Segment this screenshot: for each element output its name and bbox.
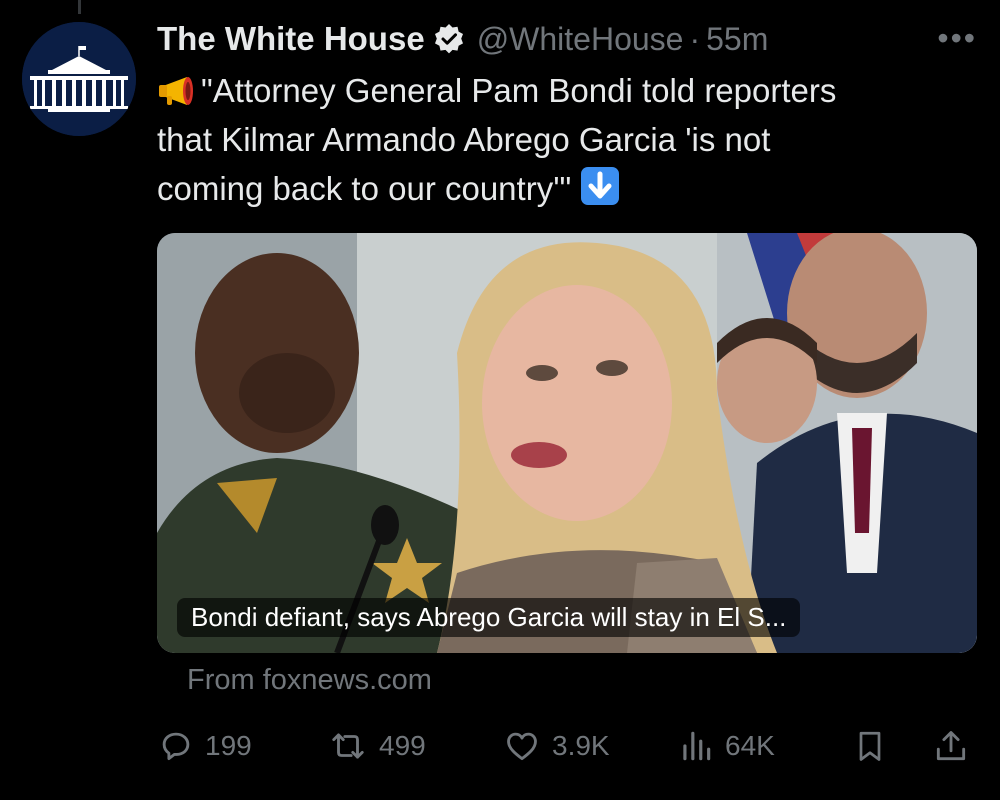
views-icon	[677, 727, 715, 765]
share-icon	[932, 727, 970, 765]
bookmark-button[interactable]	[852, 720, 888, 772]
display-name[interactable]: The White House	[157, 20, 425, 58]
tweet-text-line-3-text: coming back to our country'"	[157, 170, 572, 207]
white-house-logo	[22, 22, 136, 136]
tweet-text-line-2: that Kilmar Armando Abrego Garcia 'is no…	[157, 121, 771, 158]
repost-icon	[327, 727, 369, 765]
tweet-text-line-1-text: "Attorney General Pam Bondi told reporte…	[201, 72, 837, 109]
user-handle[interactable]: @WhiteHouse	[477, 21, 684, 58]
like-icon	[502, 727, 542, 765]
reply-button[interactable]: 199	[157, 720, 252, 772]
more-options-icon[interactable]: •••	[937, 20, 977, 57]
repost-button[interactable]: 499	[327, 720, 426, 772]
news-photo	[157, 233, 977, 653]
tweet-text: "Attorney General Pam Bondi told reporte…	[157, 66, 977, 213]
bookmark-icon	[852, 727, 888, 765]
tweet-header: The White House @WhiteHouse · 55m •••	[157, 16, 977, 62]
timestamp[interactable]: 55m	[706, 21, 768, 58]
reply-count: 199	[205, 730, 252, 761]
tweet-text-line-3: coming back to our country'"	[157, 164, 977, 213]
reply-icon	[157, 727, 195, 765]
views-count: 64K	[725, 730, 775, 761]
tweet-text-line-1: "Attorney General Pam Bondi told reporte…	[157, 66, 977, 115]
like-count: 3.9K	[552, 730, 610, 761]
share-button[interactable]	[932, 720, 970, 772]
repost-count: 499	[379, 730, 426, 761]
down-arrow-emoji-icon	[580, 166, 620, 206]
like-button[interactable]: 3.9K	[502, 720, 610, 772]
thread-connector	[78, 0, 81, 14]
avatar[interactable]	[22, 22, 136, 136]
views-button[interactable]: 64K	[677, 720, 775, 772]
media-caption: Bondi defiant, says Abrego Garcia will s…	[177, 598, 801, 637]
verified-badge-icon[interactable]	[433, 23, 465, 55]
media-card[interactable]: Bondi defiant, says Abrego Garcia will s…	[157, 233, 977, 653]
link-source[interactable]: From foxnews.com	[187, 664, 432, 697]
action-bar: 199 499 3.9K 64K	[157, 720, 977, 772]
megaphone-emoji-icon	[157, 74, 201, 108]
separator-dot: ·	[689, 20, 701, 57]
